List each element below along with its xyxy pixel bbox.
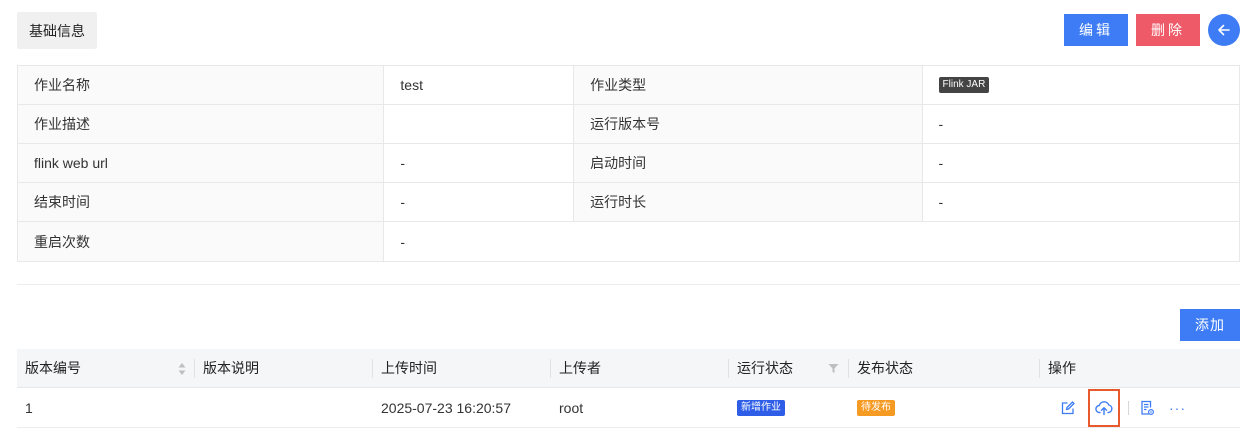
- info-label: 重启次数: [18, 222, 385, 261]
- info-label: flink web url: [18, 144, 385, 182]
- info-value: -: [938, 116, 944, 132]
- column-uploader: 上传者: [551, 349, 729, 387]
- edit-version-button[interactable]: [1056, 396, 1080, 420]
- info-label: 启动时间: [574, 144, 923, 182]
- info-label: 结束时间: [18, 183, 385, 221]
- filter-icon[interactable]: [828, 363, 839, 374]
- info-value: [384, 105, 575, 143]
- action-divider: [1128, 400, 1129, 415]
- info-label: 作业名称: [18, 66, 385, 104]
- info-label: 作业类型: [574, 66, 923, 104]
- column-run-status[interactable]: 运行状态: [729, 349, 849, 387]
- version-log-button[interactable]: [1135, 396, 1159, 420]
- column-label: 版本编号: [25, 360, 81, 376]
- info-value: Flink JAR: [923, 66, 1239, 104]
- column-version-id[interactable]: 版本编号: [17, 349, 195, 387]
- table-row: 1 2025-07-23 16:20:57 root 新增作业 待发布 ···: [17, 388, 1240, 428]
- job-info-table: 作业名称 test 作业类型 Flink JAR 作业描述 运行版本号 - fl…: [17, 65, 1240, 262]
- info-value: -: [400, 233, 406, 250]
- add-version-button[interactable]: 添加: [1180, 309, 1240, 341]
- info-value: -: [384, 144, 575, 182]
- sort-icon[interactable]: [177, 362, 187, 376]
- delete-button[interactable]: 删除: [1136, 14, 1200, 46]
- cell-run-status: 新增作业: [729, 388, 849, 427]
- run-status-badge: 新增作业: [737, 399, 785, 416]
- info-label: 运行版本号: [574, 105, 923, 143]
- info-value: -: [384, 183, 575, 221]
- cell-actions: ···: [1040, 388, 1240, 427]
- publish-version-button[interactable]: [1088, 388, 1120, 427]
- cell-version-id: 1: [25, 399, 33, 416]
- cell-version-desc: [195, 388, 373, 427]
- document-settings-icon: [1141, 400, 1155, 415]
- info-value: -: [938, 155, 944, 171]
- column-label: 上传时间: [381, 360, 437, 376]
- info-row: 重启次数 -: [18, 222, 1239, 261]
- cell-upload-time: 2025-07-23 16:20:57: [381, 399, 511, 416]
- column-label: 发布状态: [857, 360, 913, 376]
- publish-status-badge: 待发布: [857, 399, 895, 416]
- back-button[interactable]: [1208, 14, 1240, 46]
- versions-table-header: 版本编号 版本说明 上传时间 上传者 运行状态 发布状态 操作: [17, 349, 1240, 388]
- more-actions-button[interactable]: ···: [1169, 400, 1186, 416]
- column-publish-status: 发布状态: [849, 349, 1040, 387]
- info-value: -: [938, 194, 944, 210]
- column-upload-time: 上传时间: [373, 349, 551, 387]
- column-label: 上传者: [559, 360, 601, 376]
- section-divider: [17, 284, 1240, 285]
- info-row: 作业描述 运行版本号 -: [18, 105, 1239, 144]
- edit-button[interactable]: 编辑: [1064, 14, 1128, 46]
- info-row: 结束时间 - 运行时长 -: [18, 183, 1239, 222]
- cell-uploader: root: [559, 399, 584, 416]
- info-value: test: [384, 66, 575, 104]
- column-label: 运行状态: [737, 360, 793, 376]
- info-row: 作业名称 test 作业类型 Flink JAR: [18, 66, 1239, 105]
- arrow-left-icon: [1218, 24, 1230, 36]
- column-label: 版本说明: [203, 360, 259, 376]
- cell-publish-status: 待发布: [849, 388, 1040, 427]
- job-type-tag: Flink JAR: [938, 77, 990, 93]
- column-label: 操作: [1048, 360, 1076, 376]
- tab-basic-info[interactable]: 基础信息: [17, 12, 97, 49]
- info-row: flink web url - 启动时间 -: [18, 144, 1239, 183]
- column-actions: 操作: [1040, 349, 1240, 387]
- info-label: 运行时长: [574, 183, 923, 221]
- info-label: 作业描述: [18, 105, 385, 143]
- edit-icon: [1061, 400, 1075, 414]
- column-version-desc: 版本说明: [195, 349, 373, 387]
- cloud-upload-icon: [1095, 400, 1113, 415]
